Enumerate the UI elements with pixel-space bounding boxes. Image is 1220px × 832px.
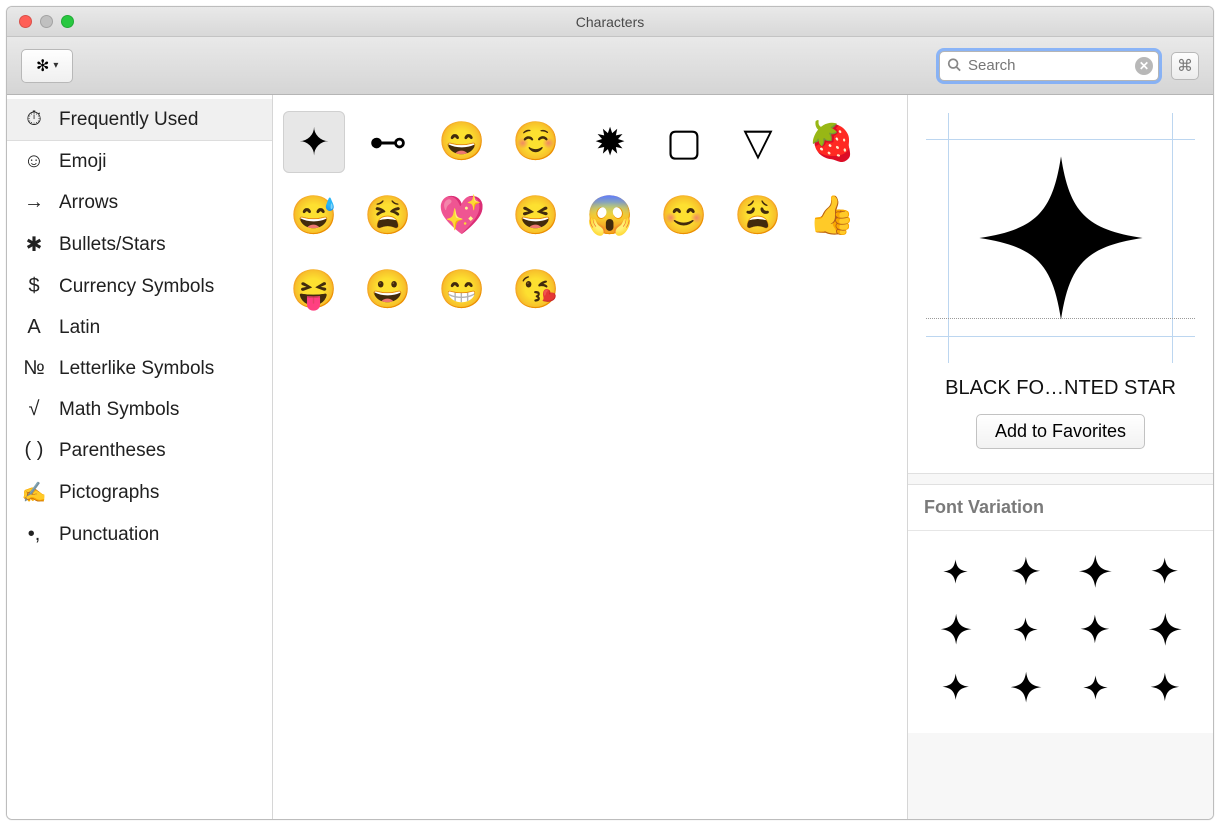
character-smiling-face-cold-sweat[interactable]: 😅: [283, 185, 345, 247]
font-variation-item[interactable]: [1145, 667, 1185, 707]
sidebar-item-label: Currency Symbols: [59, 276, 214, 298]
font-variation-item[interactable]: [936, 609, 976, 649]
character-image-of[interactable]: ⊷: [357, 111, 419, 173]
sidebar-item-label: Bullets/Stars: [59, 234, 166, 256]
category-icon: $: [21, 275, 47, 298]
category-icon: →: [21, 191, 47, 214]
character-black-four-pointed-star[interactable]: ✦: [283, 111, 345, 173]
search-icon: [947, 57, 961, 74]
character-smiling-face[interactable]: ☺️: [505, 111, 567, 173]
category-icon: №: [21, 357, 47, 380]
character-smiling-face-tightly-closed-eyes[interactable]: 😆: [505, 185, 567, 247]
character-smiling-face-open-mouth[interactable]: 😄: [431, 111, 493, 173]
font-variation-item[interactable]: [1145, 551, 1185, 591]
large-glyph: [926, 113, 1195, 363]
add-to-favorites-button[interactable]: Add to Favorites: [976, 414, 1145, 449]
character-tired-face[interactable]: 😫: [357, 185, 419, 247]
character-white-square[interactable]: ▢: [653, 111, 715, 173]
character-face-screaming[interactable]: 😱: [579, 185, 641, 247]
font-variation-item[interactable]: [1006, 609, 1046, 649]
character-grid: ✦⊷😄☺️✹▢▽🍓 😅😫💖😆😱😊😩👍 😝😀😁😘: [283, 111, 897, 321]
category-icon: ✍: [21, 480, 47, 505]
character-grinning-face[interactable]: 😀: [357, 259, 419, 321]
font-variation-header: Font Variation: [908, 485, 1213, 531]
sidebar-item-label: Emoji: [59, 151, 107, 173]
window-controls: [7, 15, 74, 28]
action-menu-button[interactable]: ✻ ▾: [21, 49, 73, 83]
font-variation-item[interactable]: [1075, 609, 1115, 649]
category-icon: •,: [21, 523, 47, 546]
clear-search-icon[interactable]: ✕: [1135, 57, 1153, 75]
sidebar-item-label: Math Symbols: [59, 399, 179, 421]
glyph-preview-box: [926, 113, 1195, 363]
category-icon: ✱: [21, 232, 47, 257]
minimize-button[interactable]: [40, 15, 53, 28]
titlebar: Characters: [7, 7, 1213, 37]
character-grid-panel: ✦⊷😄☺️✹▢▽🍓 😅😫💖😆😱😊😩👍 😝😀😁😘: [273, 95, 907, 819]
font-variation-item[interactable]: [936, 667, 976, 707]
main-area: ⏱ Frequently Used ☺ Emoji → Arrows ✱ Bullets/St…: [7, 95, 1213, 819]
sidebar-item-latin[interactable]: A Latin: [7, 307, 272, 348]
font-variation-item[interactable]: [1006, 551, 1046, 591]
character-smiling-face-smiling-eyes[interactable]: 😊: [653, 185, 715, 247]
characters-window: Characters ✻ ▾ ✕ ⌘ ⏱ Frequently Used ☺ Emoj…: [6, 6, 1214, 820]
sidebar-item-arrows[interactable]: → Arrows: [7, 182, 272, 223]
category-icon: ☺: [21, 150, 47, 173]
search-input[interactable]: [939, 51, 1159, 81]
category-sidebar: ⏱ Frequently Used ☺ Emoji → Arrows ✱ Bullets/St…: [7, 95, 273, 819]
sidebar-item-letterlike-symbols[interactable]: № Letterlike Symbols: [7, 348, 272, 389]
sidebar-item-label: Latin: [59, 317, 100, 339]
character-strawberry[interactable]: 🍓: [801, 111, 863, 173]
font-variation-grid: [908, 531, 1213, 733]
window-title: Characters: [7, 14, 1213, 30]
sidebar-item-label: Punctuation: [59, 524, 159, 546]
sidebar-item-label: Letterlike Symbols: [59, 358, 214, 380]
zoom-button[interactable]: [61, 15, 74, 28]
character-grinning-face-smiling-eyes[interactable]: 😁: [431, 259, 493, 321]
font-variation-section: Font Variation: [908, 484, 1213, 733]
sidebar-item-punctuation[interactable]: •, Punctuation: [7, 514, 272, 555]
sidebar-item-label: Frequently Used: [59, 109, 198, 131]
sidebar-item-label: Pictographs: [59, 482, 159, 504]
category-icon: A: [21, 316, 47, 339]
sidebar-item-label: Parentheses: [59, 440, 166, 462]
font-variation-item[interactable]: [1145, 609, 1185, 649]
toolbar: ✻ ▾ ✕ ⌘: [7, 37, 1213, 95]
sidebar-item-emoji[interactable]: ☺ Emoji: [7, 141, 272, 182]
font-variation-item[interactable]: [1006, 667, 1046, 707]
toggle-view-button[interactable]: ⌘: [1171, 52, 1199, 80]
character-white-down-triangle[interactable]: ▽: [727, 111, 789, 173]
category-icon: √: [21, 398, 47, 421]
font-variation-item[interactable]: [1075, 667, 1115, 707]
sidebar-item-parentheses[interactable]: ( ) Parentheses: [7, 430, 272, 471]
character-name-label: BLACK FO…NTED STAR: [926, 377, 1195, 400]
chevron-down-icon: ▾: [53, 60, 58, 71]
sidebar-item-label: Arrows: [59, 192, 118, 214]
search-field: ✕: [939, 51, 1159, 81]
font-variation-item[interactable]: [936, 551, 976, 591]
character-face-throwing-a-kiss[interactable]: 😘: [505, 259, 567, 321]
character-face-stuck-out-tongue-closed-eyes[interactable]: 😝: [283, 259, 345, 321]
inspector-panel: BLACK FO…NTED STAR Add to Favorites Font…: [907, 95, 1213, 819]
close-button[interactable]: [19, 15, 32, 28]
sidebar-item-bullets-stars[interactable]: ✱ Bullets/Stars: [7, 223, 272, 266]
category-icon: ( ): [21, 439, 47, 462]
character-twelve-pointed-star[interactable]: ✹: [579, 111, 641, 173]
character-thumbs-up[interactable]: 👍: [801, 185, 863, 247]
gear-icon: ✻: [36, 56, 49, 76]
sidebar-item-frequently-used[interactable]: ⏱ Frequently Used: [7, 99, 272, 141]
sidebar-item-pictographs[interactable]: ✍ Pictographs: [7, 471, 272, 514]
sidebar-item-currency-symbols[interactable]: $ Currency Symbols: [7, 266, 272, 307]
character-preview-card: BLACK FO…NTED STAR Add to Favorites: [908, 95, 1213, 474]
sidebar-item-math-symbols[interactable]: √ Math Symbols: [7, 389, 272, 430]
character-weary-face[interactable]: 😩: [727, 185, 789, 247]
character-sparkling-heart[interactable]: 💖: [431, 185, 493, 247]
font-variation-item[interactable]: [1075, 551, 1115, 591]
keyboard-icon: ⌘: [1177, 56, 1193, 76]
category-icon: ⏱: [21, 108, 47, 131]
